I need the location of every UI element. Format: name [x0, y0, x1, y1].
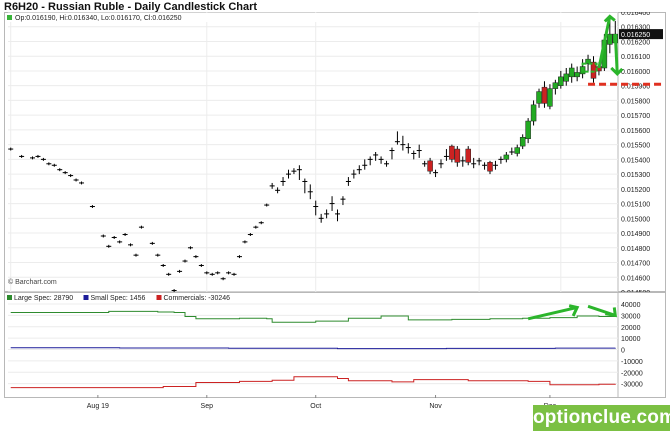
cot-x-tick-label: Sep: [201, 403, 214, 410]
price-tick-label: 0.014700: [621, 261, 650, 268]
price-tick-label: 0.014900: [621, 231, 650, 238]
price-tick-label: 0.015300: [621, 172, 650, 179]
price-tick-label: 0.015200: [621, 187, 650, 194]
price-tick-label: 0.015100: [621, 202, 650, 209]
ohlc-swatch: [7, 15, 12, 20]
candle-body: [449, 145, 455, 160]
price-tick-label: 0.016000: [621, 69, 650, 76]
price-tick-label: 0.015700: [621, 113, 650, 120]
cot-legend-swatch: [156, 295, 162, 300]
candle-body: [519, 137, 526, 147]
cot-panel: 40000 30000 20000 10000 0 -10000 -20000 -30000 L…: [4, 292, 666, 410]
candle-body: [541, 86, 548, 104]
candle-body: [552, 82, 559, 89]
cot-legend-label: Commercials: -30246: [164, 295, 231, 302]
cot-tick-label: -10000: [621, 359, 643, 366]
cot-tick-label: 0: [621, 348, 625, 355]
candle-body: [547, 88, 553, 107]
candle-body: [568, 67, 575, 78]
candle-body: [563, 73, 570, 82]
price-tick-label: 0.015500: [621, 143, 650, 150]
cot-plot-frame: [4, 292, 666, 398]
cot-x-tick-label: Aug 19: [87, 403, 109, 410]
candle-body: [558, 76, 564, 86]
watermark-logo: optionclue.com: [533, 405, 670, 431]
cot-legend-label: Small Spec: 1456: [91, 295, 146, 302]
price-panel: 0.0164000.0163000.0162000.0161000.016000…: [4, 12, 666, 292]
price-tick-label: 0.014600: [621, 275, 650, 282]
candle-body: [427, 160, 433, 172]
cot-x-tick-label: Nov: [429, 403, 442, 410]
price-tick-label: 0.016100: [621, 54, 650, 61]
price-tick-label: 0.015400: [621, 157, 650, 164]
candle-body: [503, 154, 510, 160]
source-label: © Barchart.com: [8, 278, 57, 286]
price-tick-label: 0.014800: [621, 246, 650, 253]
candle-body: [530, 104, 537, 122]
cot-tick-label: -30000: [621, 382, 643, 389]
candle-body: [465, 148, 471, 163]
candle-body: [536, 91, 542, 104]
price-tick-label: 0.015600: [621, 128, 650, 135]
cot-tick-label: 40000: [621, 302, 641, 309]
candle-body: [525, 120, 531, 139]
candle-body: [514, 147, 520, 154]
cot-tick-label: 20000: [621, 325, 641, 332]
price-tick-label: 0.015000: [621, 216, 650, 223]
cot-tick-label: -20000: [621, 370, 643, 377]
arrow-down-line: [613, 34, 619, 74]
cot-tick-label: 30000: [621, 313, 641, 320]
candle-body: [487, 162, 493, 172]
price-plot-frame: [4, 12, 666, 292]
candle-body: [454, 148, 461, 163]
cot-tick-label: 10000: [621, 336, 641, 343]
candle-body: [574, 72, 580, 78]
cot-legend-swatch: [7, 295, 12, 300]
price-tick-label: 0.016200: [621, 39, 650, 46]
candle-body: [607, 33, 613, 45]
cot-x-tick-label: Oct: [310, 403, 321, 410]
last-price-label: 0.016250: [621, 32, 650, 39]
price-tick-label: 0.016400: [621, 12, 650, 17]
price-tick-label: 0.015800: [621, 98, 650, 105]
cot-legend-label: Large Spec: 28790: [14, 295, 73, 302]
ohlc-label: Op:0.016190, Hi:0.016340, Lo:0.016170, C…: [15, 15, 182, 22]
cot-legend-swatch: [83, 295, 89, 300]
